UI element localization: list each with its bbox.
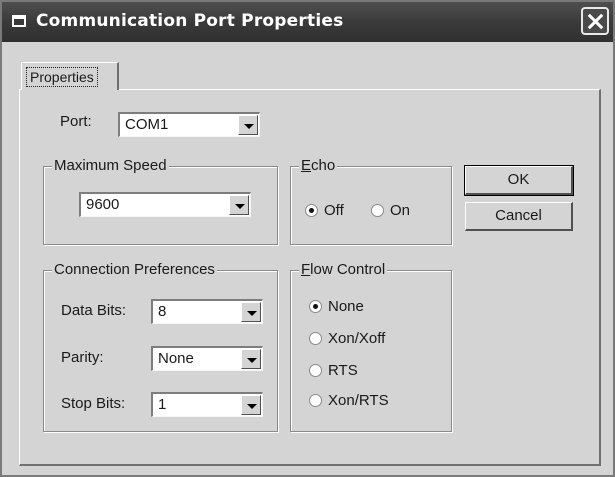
stop-bits-select[interactable]: 1 <box>151 392 263 417</box>
maximum-speed-value: 9600 <box>86 196 120 213</box>
window-title: Communication Port Properties <box>36 11 344 31</box>
flow-control-access-key: F <box>301 261 311 278</box>
echo-on-radio[interactable]: On <box>371 202 410 219</box>
radio-unselected-icon <box>309 332 322 345</box>
chevron-down-icon[interactable] <box>229 195 249 215</box>
echo-off-radio[interactable]: Off <box>305 202 344 219</box>
flow-control-title-rest: low Control <box>310 261 386 278</box>
close-icon[interactable] <box>581 7 609 35</box>
flow-none-label: None <box>328 298 364 315</box>
connection-preferences-group: Connection Preferences Data Bits: 8 Pari… <box>43 261 278 432</box>
stop-bits-value: 1 <box>158 396 167 413</box>
echo-title: Echo <box>299 157 338 175</box>
echo-off-label: Off <box>324 202 344 219</box>
parity-label: Parity: <box>61 349 104 366</box>
tab-panel: Port: COM1 Maximum Speed 9600 Echo Off O… <box>19 89 601 466</box>
stop-bits-label: Stop Bits: <box>61 395 126 412</box>
radio-unselected-icon <box>309 364 322 377</box>
radio-selected-icon <box>309 300 322 313</box>
cancel-button[interactable]: Cancel <box>465 202 573 231</box>
echo-title-rest: cho <box>311 157 336 174</box>
radio-unselected-icon <box>309 394 322 407</box>
parity-value: None <box>158 350 194 367</box>
port-label: Port: <box>60 113 92 130</box>
data-bits-label: Data Bits: <box>61 302 127 319</box>
tab-properties-label: Properties <box>26 67 98 87</box>
chevron-down-icon[interactable] <box>238 115 258 135</box>
tab-properties[interactable]: Properties <box>21 62 119 90</box>
flow-control-group: Flow Control None Xon/Xoff RTS Xon/RTS <box>290 261 452 432</box>
data-bits-value: 8 <box>158 303 167 320</box>
radio-selected-icon <box>305 204 318 217</box>
port-value: COM1 <box>125 116 169 133</box>
flow-rts-radio[interactable]: RTS <box>309 362 358 379</box>
window-icon <box>12 15 26 27</box>
maximum-speed-select[interactable]: 9600 <box>79 192 251 217</box>
ok-button[interactable]: OK <box>464 165 574 196</box>
dialog-window: Communication Port Properties Properties… <box>0 0 615 477</box>
maximum-speed-group: Maximum Speed 9600 <box>43 157 278 245</box>
connection-preferences-title: Connection Preferences <box>52 261 217 279</box>
flow-xon-xoff-radio[interactable]: Xon/Xoff <box>309 330 385 347</box>
flow-xon-xoff-label: Xon/Xoff <box>328 330 386 347</box>
chevron-down-icon[interactable] <box>241 302 261 322</box>
title-bar[interactable]: Communication Port Properties <box>2 2 613 42</box>
echo-group: Echo Off On <box>290 157 452 245</box>
flow-control-title: Flow Control <box>299 261 388 279</box>
data-bits-select[interactable]: 8 <box>151 299 263 324</box>
echo-on-label: On <box>390 202 411 219</box>
flow-xon-rts-radio[interactable]: Xon/RTS <box>309 392 389 409</box>
flow-rts-label: RTS <box>328 362 358 379</box>
maximum-speed-title: Maximum Speed <box>52 157 169 175</box>
port-select[interactable]: COM1 <box>118 112 260 137</box>
chevron-down-icon[interactable] <box>241 349 261 369</box>
parity-select[interactable]: None <box>151 346 263 371</box>
flow-xon-rts-label: Xon/RTS <box>328 392 389 409</box>
flow-none-radio[interactable]: None <box>309 298 364 315</box>
echo-access-key: E <box>301 157 312 174</box>
chevron-down-icon[interactable] <box>241 395 261 415</box>
radio-unselected-icon <box>371 204 384 217</box>
